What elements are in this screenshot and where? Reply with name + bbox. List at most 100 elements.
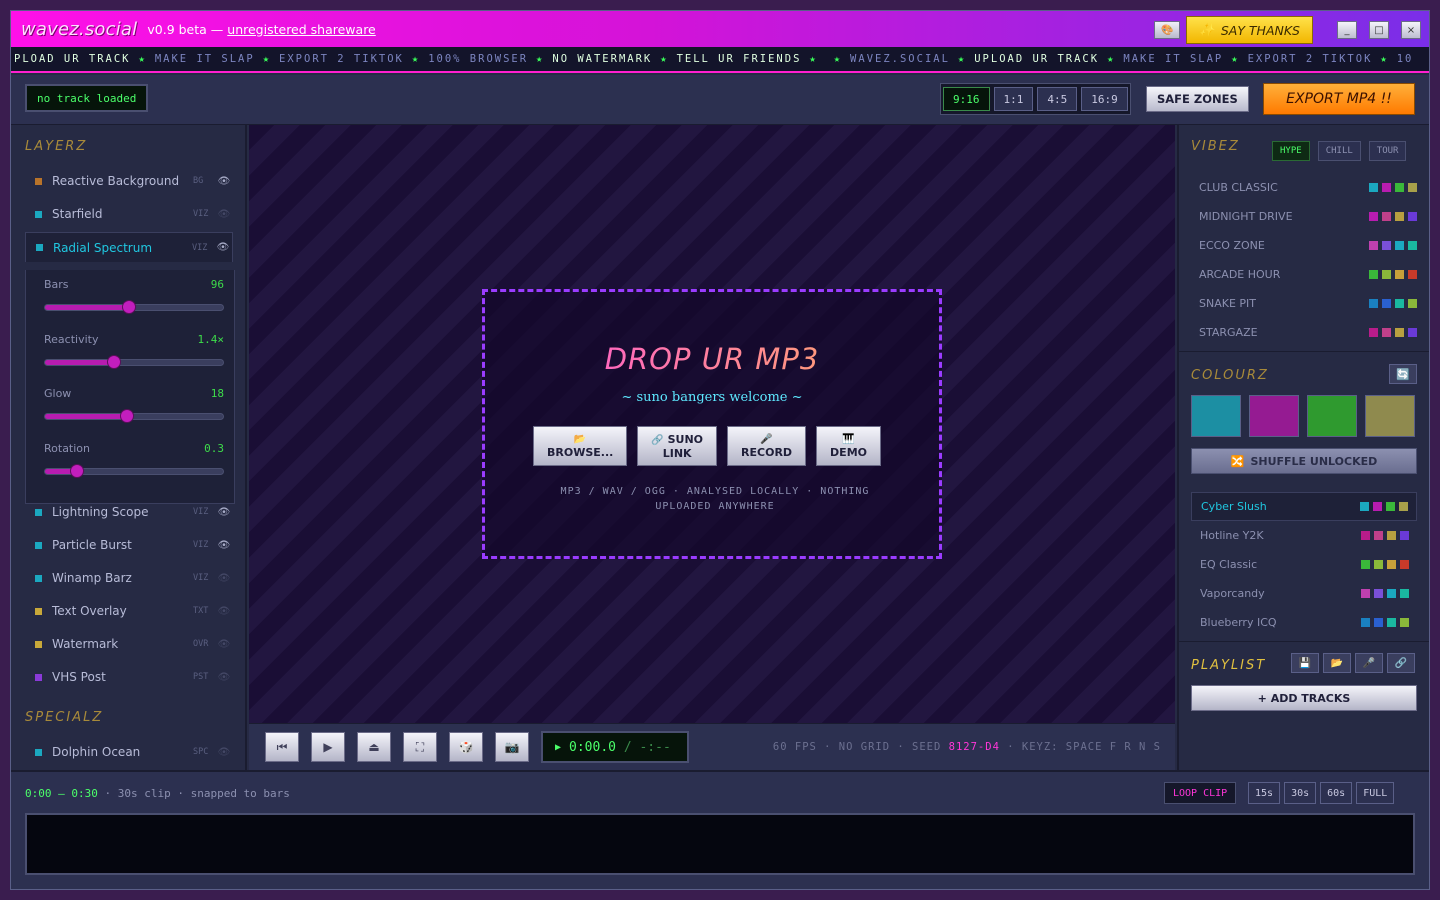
refresh-palette-button[interactable]: 🔄 (1389, 364, 1417, 384)
vibe-preset[interactable]: STARGAZE (1199, 318, 1417, 347)
app-window: wavez.social v0.9 beta — unregistered sh… (10, 10, 1430, 890)
drop-zone[interactable]: DROP UR MP3 ~ suno bangers welcome ~ 📂 BR… (482, 289, 942, 559)
vibe-tab-tour[interactable]: TOUR (1368, 141, 1407, 161)
colour-swatch-3[interactable] (1307, 395, 1357, 437)
fullscreen-icon: ⛶ (415, 739, 425, 754)
layer-color-swatch (35, 574, 42, 582)
skip-back-button[interactable]: ⏮ (265, 732, 299, 762)
slider-handle[interactable] (70, 464, 85, 478)
colour-swatch-2[interactable] (1249, 395, 1299, 437)
eye-icon[interactable]: 👁 (215, 639, 233, 650)
layer-item[interactable]: Reactive Background BG 👁 (25, 166, 233, 196)
vibe-tab-chill[interactable]: CHILL (1317, 141, 1361, 161)
close-button[interactable]: × (1401, 21, 1421, 39)
palette-item[interactable]: Hotline Y2K (1191, 521, 1417, 550)
snapshot-button[interactable]: 📷 (495, 732, 529, 762)
vibe-preset[interactable]: ECCO ZONE (1199, 231, 1417, 260)
swatch (1382, 212, 1391, 221)
star-icon: ★ (833, 53, 843, 65)
waveform-track[interactable] (25, 813, 1415, 875)
shuffle-label: SHUFFLE UNLOCKED (1250, 454, 1378, 468)
suno-link-button[interactable]: 🔗 SUNO LINK (637, 426, 718, 466)
layer-item[interactable]: Text Overlay TXT 👁 (25, 596, 233, 626)
colour-swatch-4[interactable] (1365, 395, 1415, 437)
eye-icon[interactable]: 👁 (215, 747, 233, 758)
record-playlist-button[interactable]: 🎤 (1355, 653, 1383, 673)
add-tracks-button[interactable]: + ADD TRACKS (1191, 685, 1417, 711)
layer-name: Text Overlay (52, 604, 127, 618)
layer-item[interactable]: Starfield VIZ 👁 (25, 199, 233, 229)
palette-icon[interactable]: 🎨 (1154, 21, 1181, 39)
vibe-preset[interactable]: SNAKE PIT (1199, 289, 1417, 318)
eye-icon[interactable]: 👁 (215, 672, 233, 683)
clip-length-15s-button[interactable]: 15s (1248, 782, 1281, 804)
layer-color-swatch (35, 607, 42, 615)
vibe-tab-hype[interactable]: HYPE (1272, 141, 1310, 161)
param-slider[interactable] (44, 409, 224, 423)
safe-zones-button[interactable]: SAFE ZONES (1146, 86, 1249, 112)
swatch (1400, 560, 1409, 569)
link-playlist-button[interactable]: 🔗 (1387, 653, 1415, 673)
clip-length-30s-button[interactable]: 30s (1284, 782, 1317, 804)
ratio-16-9-button[interactable]: 16:9 (1081, 87, 1128, 111)
slider-handle[interactable] (107, 355, 122, 369)
eye-icon[interactable]: 👁 (215, 540, 233, 551)
fullscreen-button[interactable]: ⛶ (403, 732, 437, 762)
randomize-button[interactable]: 🎲 (449, 732, 483, 762)
swatch (1374, 560, 1383, 569)
demo-button[interactable]: 🎹 DEMO (816, 426, 881, 466)
eye-icon[interactable]: 👁 (215, 176, 233, 187)
clip-length-full-button[interactable]: FULL (1356, 782, 1395, 804)
vibe-preset[interactable]: CLUB CLASSIC (1199, 173, 1417, 202)
eye-icon[interactable]: 👁 (215, 606, 233, 617)
open-playlist-button[interactable]: 📂 (1323, 653, 1351, 673)
status-keys: · KEYZ: SPACE F R N S (1007, 741, 1161, 753)
vibe-preset[interactable]: ARCADE HOUR (1199, 260, 1417, 289)
piano-icon: 🎹 (842, 434, 855, 445)
layer-item[interactable]: Particle Burst VIZ 👁 (25, 530, 233, 560)
layer-item[interactable]: Dolphin Ocean SPC 👁 (25, 737, 233, 767)
eye-icon[interactable]: 👁 (215, 573, 233, 584)
layer-item[interactable]: Watermark OVR 👁 (25, 629, 233, 659)
palette-item[interactable]: Vaporcandy (1191, 579, 1417, 608)
save-playlist-button[interactable]: 💾 (1291, 653, 1319, 673)
param-slider[interactable] (44, 464, 224, 478)
layers-panel: LAYERZ Reactive Background BG 👁 Starfield VI… (11, 125, 247, 770)
swatch (1361, 589, 1370, 598)
shareware-link[interactable]: unregistered shareware (227, 22, 375, 37)
ratio-4-5-button[interactable]: 4:5 (1037, 87, 1078, 111)
play-button[interactable]: ▶ (311, 732, 345, 762)
loop-clip-toggle[interactable]: LOOP CLIP (1164, 782, 1237, 804)
palette-item[interactable]: EQ Classic (1191, 550, 1417, 579)
record-button[interactable]: 🎤 RECORD (727, 426, 807, 466)
export-mp4-button[interactable]: EXPORT MP4 !! (1263, 83, 1415, 115)
eject-button[interactable]: ⏏ (357, 732, 391, 762)
ratio-1-1-button[interactable]: 1:1 (993, 87, 1034, 111)
swatch (1399, 502, 1408, 511)
eye-icon[interactable]: 👁 (215, 209, 233, 220)
ratio-9-16-button[interactable]: 9:16 (943, 87, 990, 111)
colour-swatch-1[interactable] (1191, 395, 1241, 437)
layer-item[interactable]: VHS Post PST 👁 (25, 662, 233, 692)
param-slider[interactable] (44, 300, 224, 314)
layer-type-tag: VIZ (193, 507, 209, 517)
swatch (1369, 183, 1378, 192)
star-icon: ★ (262, 53, 272, 65)
eye-icon[interactable]: 👁 (215, 507, 233, 518)
slider-handle[interactable] (121, 300, 136, 314)
layer-color-swatch (35, 177, 42, 185)
clip-length-60s-button[interactable]: 60s (1320, 782, 1353, 804)
slider-handle[interactable] (119, 409, 134, 423)
layer-item[interactable]: Radial Spectrum VIZ 👁 (25, 232, 233, 262)
browse-button[interactable]: 📂 BROWSE... (533, 426, 628, 466)
param-slider[interactable] (44, 355, 224, 369)
say-thanks-button[interactable]: ✨ SAY THANKS (1186, 16, 1313, 44)
maximize-button[interactable]: □ (1369, 21, 1389, 39)
minimize-button[interactable]: _ (1337, 21, 1357, 39)
palette-item[interactable]: Blueberry ICQ (1191, 608, 1417, 637)
palette-item[interactable]: Cyber Slush (1191, 492, 1417, 521)
vibe-preset[interactable]: MIDNIGHT DRIVE (1199, 202, 1417, 231)
layer-item[interactable]: Winamp Barz VIZ 👁 (25, 563, 233, 593)
eye-icon[interactable]: 👁 (214, 242, 232, 253)
shuffle-button[interactable]: 🔀 SHUFFLE UNLOCKED (1191, 448, 1417, 474)
